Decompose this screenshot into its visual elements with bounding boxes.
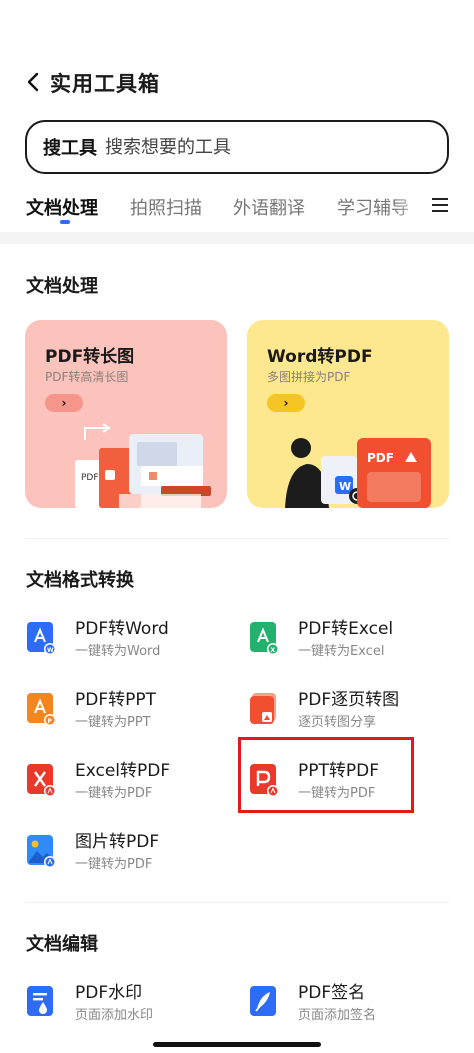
card-pdf-to-long-image[interactable]: PDF转长图 PDF转高清长图 › PDF [25,320,227,508]
category-tabs: 文档处理 拍照扫描 外语翻译 学习辅导 [0,190,474,224]
tool-pdf-to-word[interactable]: W PDF转Word 一键转为Word [27,614,227,666]
search-label: 搜工具 [43,138,97,159]
pdf-watermark-icon [27,986,53,1016]
tool-name: PDF水印 [75,983,143,1003]
svg-text:PDF: PDF [367,451,394,465]
card-title: Word转PDF [267,347,373,367]
section-title-doc-processing: 文档处理 [26,276,98,297]
tool-desc: 一键转为Word [75,644,161,659]
svg-text:PDF: PDF [81,473,99,483]
search-input[interactable] [105,136,395,158]
svg-text:X: X [271,647,276,654]
pdf-to-excel-icon: X [250,622,278,654]
card-word-to-pdf[interactable]: Word转PDF 多图拼接为PDF › W PDF [247,320,449,508]
divider [25,538,449,539]
tool-pdf-to-ppt[interactable]: P PDF转PPT 一键转为PPT [27,685,227,737]
chevron-right-icon[interactable]: › [267,394,305,412]
section-title-doc-edit: 文档编辑 [26,934,98,955]
svg-text:W: W [47,647,54,654]
tool-pdf-watermark[interactable]: PDF水印 页面添加水印 [27,978,227,1030]
active-tab-indicator [60,220,70,224]
tab-doc-processing[interactable]: 文档处理 [26,194,98,220]
tool-image-to-pdf[interactable]: 图片转PDF 一键转为PDF [27,827,227,879]
card-title: PDF转长图 [45,347,135,367]
card-subtitle: PDF转高清长图 [45,370,129,384]
tab-photo-scan[interactable]: 拍照扫描 [130,194,202,220]
tool-name: 图片转PDF [75,832,160,852]
section-divider [0,232,474,244]
svg-text:P: P [48,718,53,725]
tool-desc: 一键转为PDF [75,857,153,872]
tool-name: Excel转PDF [75,761,171,781]
tab-translation[interactable]: 外语翻译 [233,194,305,220]
menu-icon[interactable] [432,198,448,214]
back-arrow-icon[interactable] [22,70,46,94]
section-title-format-convert: 文档格式转换 [26,570,134,591]
pdf-to-ppt-icon: P [27,693,55,725]
divider [25,902,449,903]
tool-name: PDF逐页转图 [298,690,400,710]
pdf-signature-icon [250,986,276,1016]
word-to-pdf-illustration: W PDF [285,438,431,508]
tool-desc: 一键转为PPT [75,715,151,730]
tool-name: PDF签名 [298,983,366,1003]
page-title: 实用工具箱 [50,72,160,96]
home-indicator[interactable] [153,1042,321,1047]
pdf-to-word-icon: W [27,622,55,654]
long-image-illustration: PDF [75,423,211,508]
tool-name: PDF转Excel [298,619,394,639]
tool-excel-to-pdf[interactable]: Excel转PDF 一键转为PDF [27,756,227,808]
card-subtitle: 多图拼接为PDF [267,370,351,384]
tool-pdf-signature[interactable]: PDF签名 页面添加签名 [250,978,450,1030]
chevron-right-icon[interactable]: › [45,394,83,412]
pdf-page-to-image-icon [250,693,276,724]
highlight-box [238,737,414,813]
tab-fade [395,190,425,224]
tool-pdf-to-excel[interactable]: X PDF转Excel 一键转为Excel [250,614,450,666]
tool-pdf-page-to-image[interactable]: PDF逐页转图 逐页转图分享 [250,685,450,737]
header-bar: 实用工具箱 [0,62,474,102]
tool-desc: 一键转为Excel [298,644,385,659]
tool-name: PDF转PPT [75,690,157,710]
tool-desc: 逐页转图分享 [298,715,377,730]
tool-desc: 一键转为PDF [75,786,153,801]
image-to-pdf-icon [27,835,55,867]
search-bar[interactable]: 搜工具 [25,120,449,174]
tool-desc: 页面添加水印 [75,1008,154,1023]
svg-text:W: W [339,480,351,493]
tool-desc: 页面添加签名 [298,1008,377,1023]
tool-name: PDF转Word [75,619,169,639]
excel-to-pdf-icon [27,764,55,796]
